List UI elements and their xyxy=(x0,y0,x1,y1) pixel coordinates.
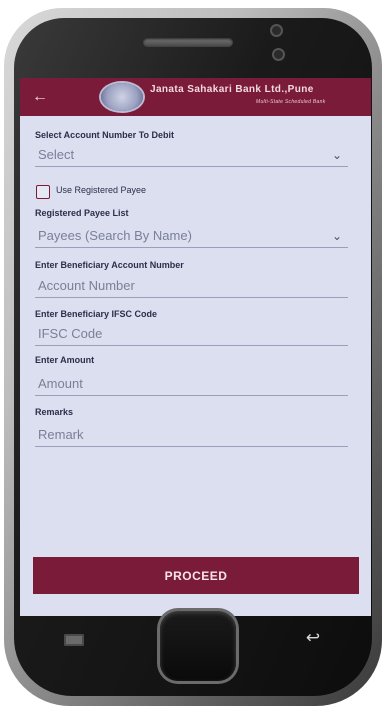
ifsc-input[interactable]: IFSC Code xyxy=(35,325,348,346)
payee-search-placeholder: Payees (Search By Name) xyxy=(38,228,192,243)
amount-placeholder: Amount xyxy=(38,376,83,391)
ifsc-placeholder: IFSC Code xyxy=(38,326,103,341)
bank-name: Janata Sahakari Bank Ltd.,Pune xyxy=(150,84,314,95)
back-arrow-icon[interactable]: ← xyxy=(32,88,50,106)
use-registered-payee-checkbox[interactable] xyxy=(36,185,50,199)
menu-key-icon[interactable] xyxy=(64,634,84,646)
front-camera xyxy=(272,26,281,35)
bank-subtitle: Multi-State Scheduled Bank xyxy=(256,99,326,105)
ifsc-label: Enter Beneficiary IFSC Code xyxy=(35,309,158,319)
chevron-down-icon: ⌄ xyxy=(331,148,342,162)
debit-account-label: Select Account Number To Debit xyxy=(35,130,175,140)
app-header: ← Janata Sahakari Bank Ltd.,Pune Multi-S… xyxy=(20,78,371,116)
debit-account-value: Select xyxy=(38,147,75,162)
amount-label: Enter Amount xyxy=(35,355,95,365)
use-registered-payee-label: Use Registered Payee xyxy=(56,185,147,195)
payee-search-select[interactable]: Payees (Search By Name) ⌄ xyxy=(35,227,348,248)
proceed-button[interactable]: PROCEED xyxy=(33,557,359,594)
beneficiary-account-input[interactable]: Account Number xyxy=(35,277,348,298)
proximity-sensor xyxy=(274,50,283,59)
earpiece-speaker xyxy=(143,38,233,47)
home-button[interactable] xyxy=(160,611,236,681)
bank-logo xyxy=(101,83,143,111)
remarks-label: Remarks xyxy=(35,407,74,417)
beneficiary-account-label: Enter Beneficiary Account Number xyxy=(35,260,184,270)
return-icon[interactable]: ↩ xyxy=(302,628,324,648)
payee-list-label: Registered Payee List xyxy=(35,208,129,218)
debit-account-select[interactable]: Select ⌄ xyxy=(35,146,348,167)
phone-screen: ← Janata Sahakari Bank Ltd.,Pune Multi-S… xyxy=(20,78,371,616)
chevron-down-icon: ⌄ xyxy=(331,229,342,243)
amount-input[interactable]: Amount xyxy=(35,375,348,396)
remarks-input[interactable]: Remark xyxy=(35,426,348,447)
remarks-placeholder: Remark xyxy=(38,427,84,442)
beneficiary-account-placeholder: Account Number xyxy=(38,278,135,293)
